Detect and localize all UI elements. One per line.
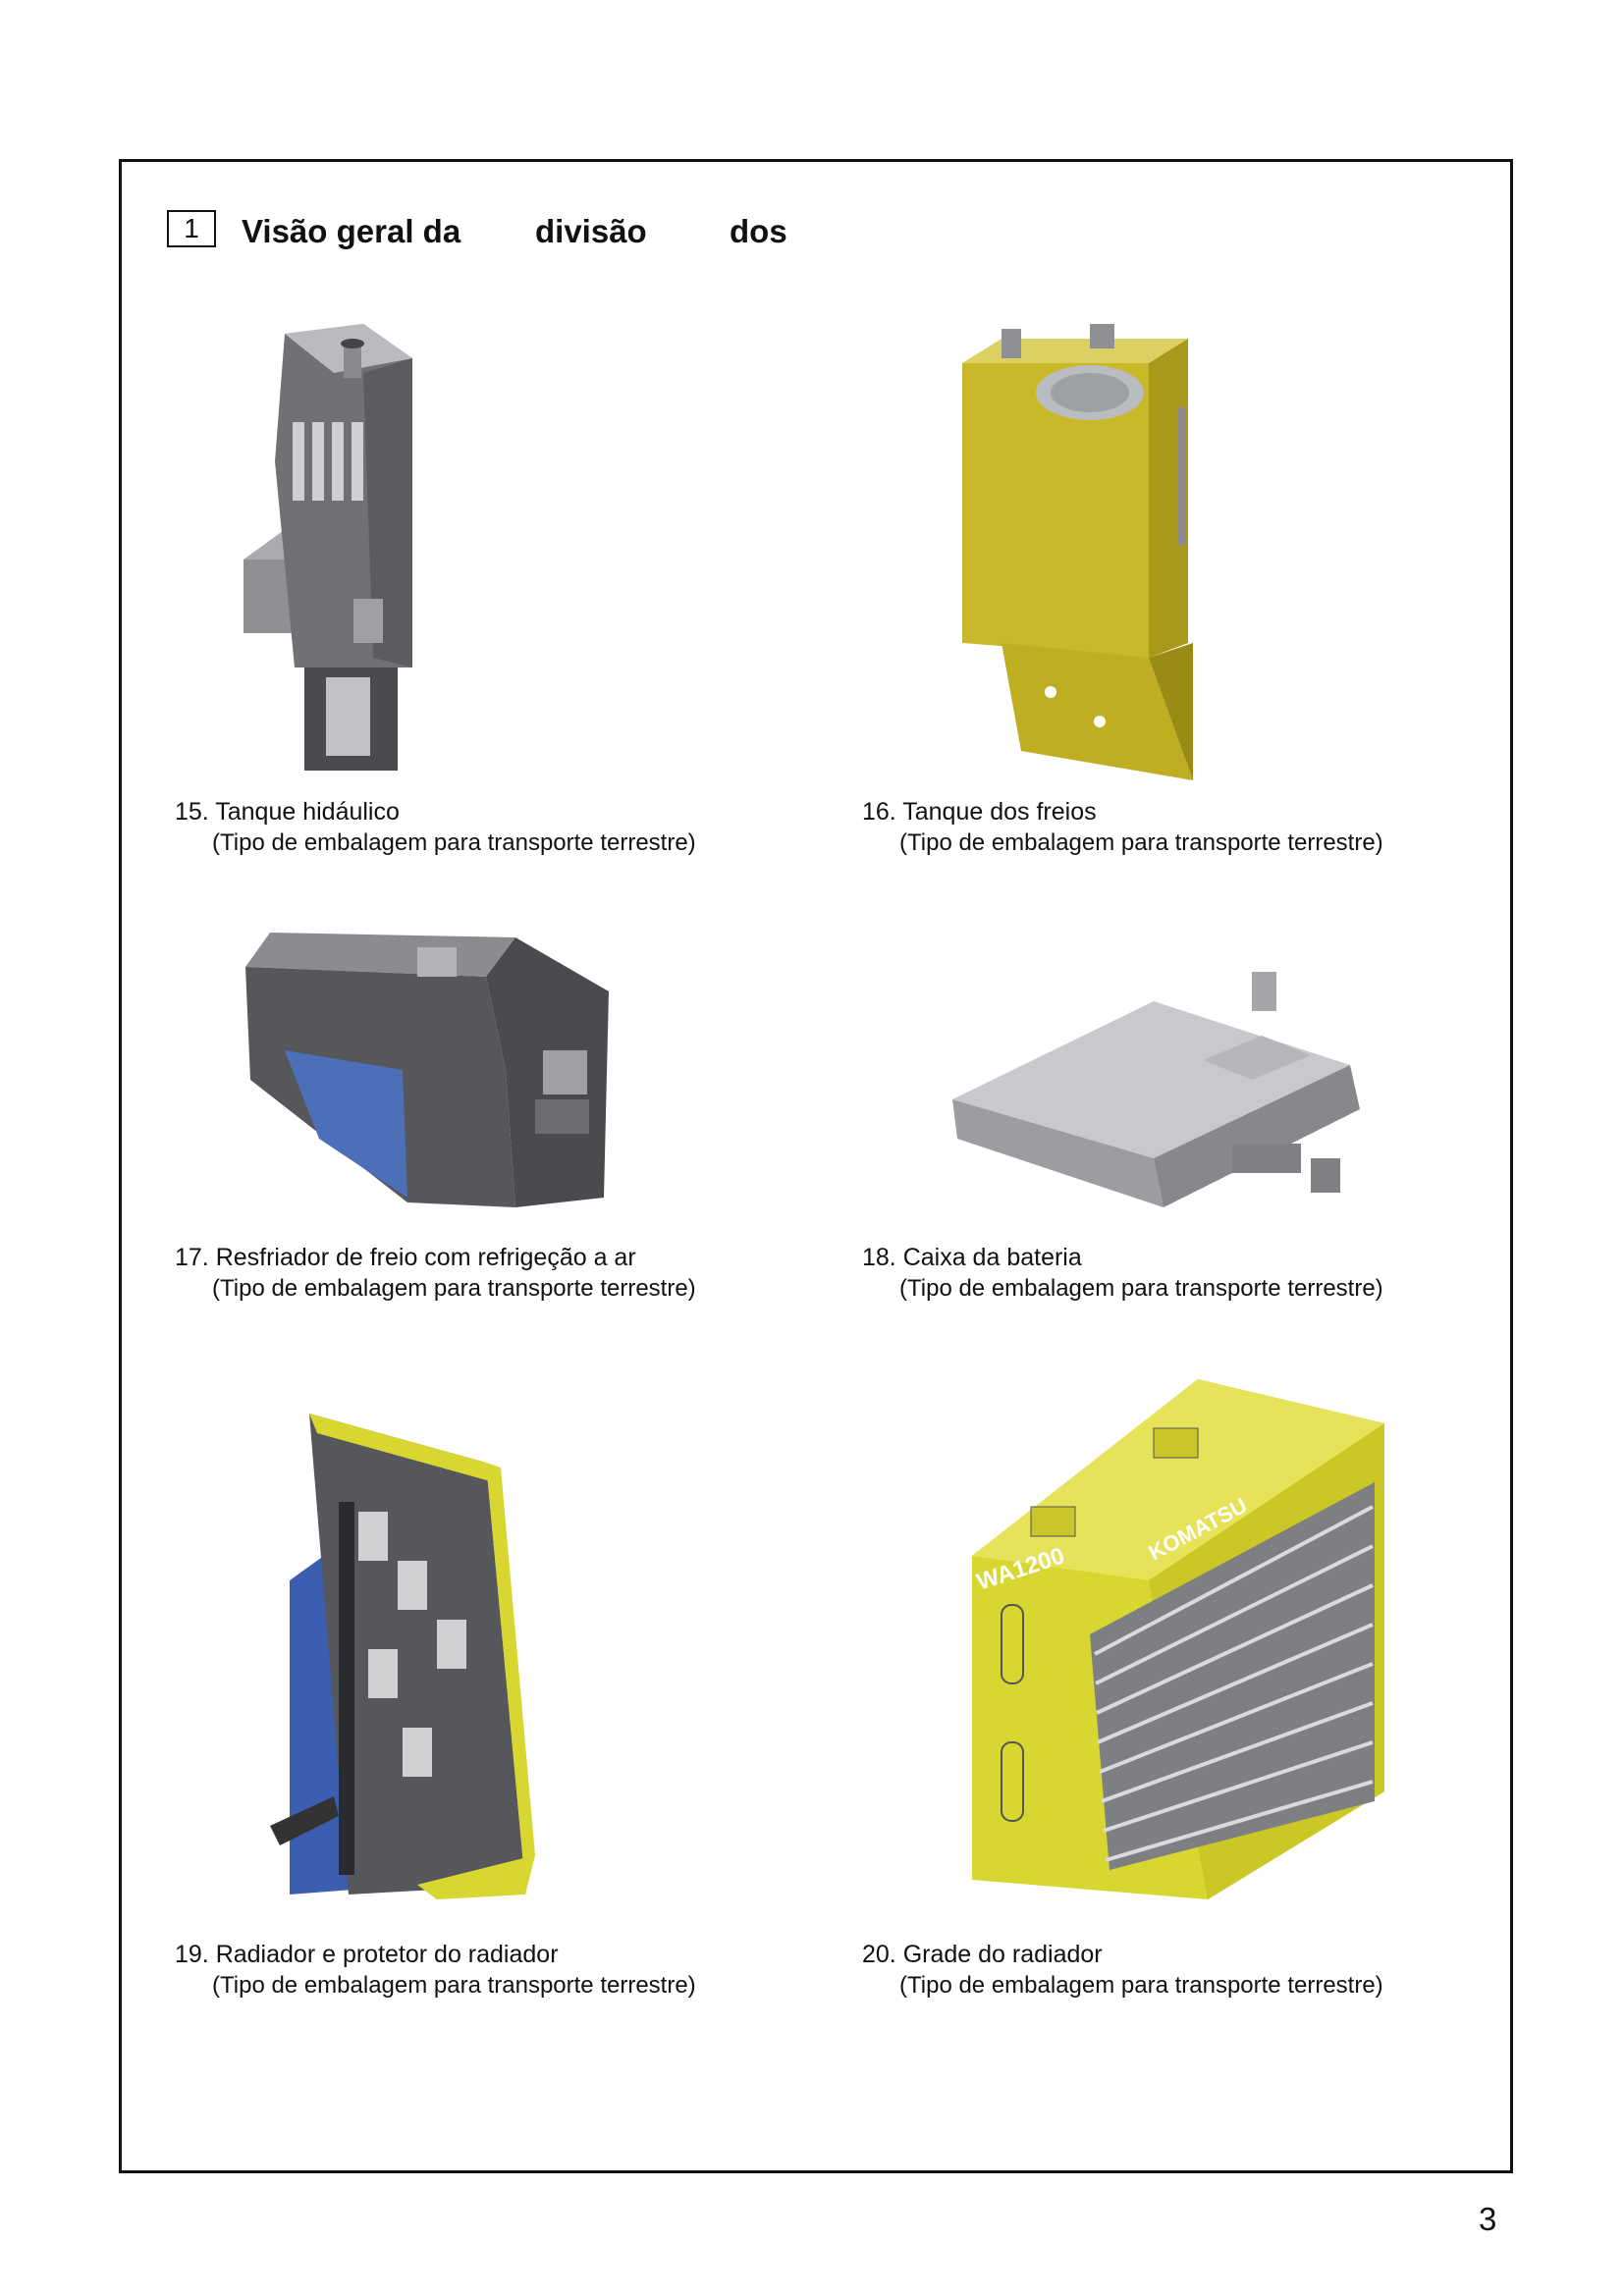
- item-20-subcaption: (Tipo de embalagem para transporte terre…: [899, 1972, 1383, 1999]
- item-16-subcaption: (Tipo de embalagem para transporte terre…: [899, 829, 1383, 856]
- item-19-subcaption: (Tipo de embalagem para transporte terre…: [212, 1972, 696, 1999]
- item-18-caption: 18. Caixa da bateria: [862, 1244, 1082, 1271]
- item-15-subcaption: (Tipo de embalagem para transporte terre…: [212, 829, 696, 856]
- section-title-part-1: Visão geral da: [242, 213, 461, 249]
- radiator-grille-illustration: WA1200 KOMATSU: [972, 1379, 1384, 1899]
- item-17-subcaption: (Tipo de embalagem para transporte terre…: [212, 1275, 696, 1302]
- item-16-caption: 16. Tanque dos freios: [862, 798, 1097, 826]
- hydraulic-tank-illustration: [244, 324, 412, 771]
- item-20-caption: 20. Grade do radiador: [862, 1941, 1103, 1968]
- section-title-part-3: dos: [730, 213, 787, 249]
- item-17-caption: 17. Resfriador de freio com refrigeção a…: [175, 1244, 636, 1271]
- section-title-part-2: divisão: [535, 213, 647, 249]
- brake-cooler-illustration: [245, 933, 609, 1207]
- item-18-subcaption: (Tipo de embalagem para transporte terre…: [899, 1275, 1383, 1302]
- brake-tank-illustration: [962, 324, 1193, 780]
- item-19-caption: 19. Radiador e protetor do radiador: [175, 1941, 559, 1968]
- section-number-box: 1: [167, 210, 216, 247]
- radiator-guard-illustration: [270, 1414, 535, 1899]
- page-number: 3: [1479, 2201, 1497, 2237]
- item-15-caption: 15. Tanque hidáulico: [175, 798, 400, 826]
- battery-box-illustration: [952, 972, 1360, 1207]
